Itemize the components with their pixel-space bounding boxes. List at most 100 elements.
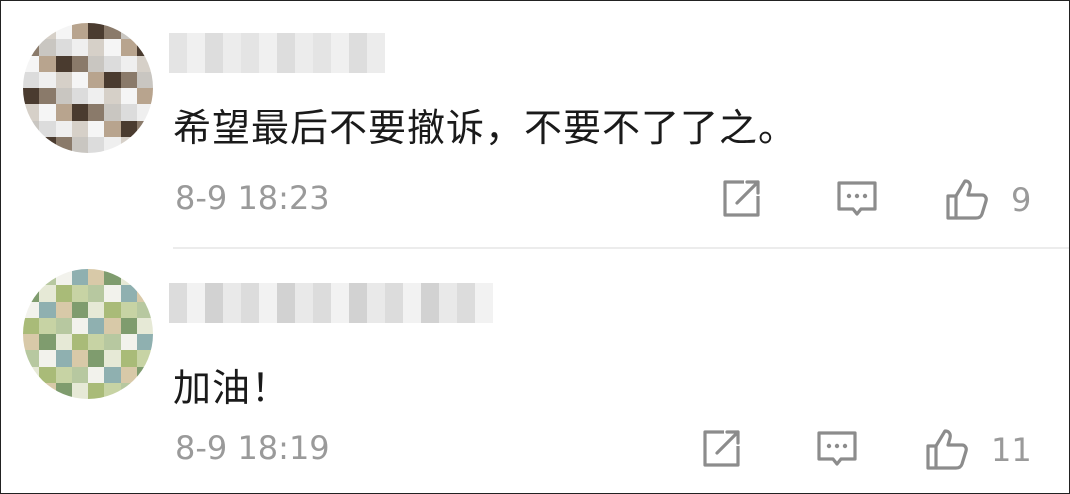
avatar-pixel <box>39 23 56 40</box>
avatar-pixel <box>55 120 72 137</box>
avatar-pixel <box>23 120 40 137</box>
avatar-pixel <box>120 136 137 153</box>
avatar-pixel <box>39 136 56 153</box>
avatar-pixel <box>104 39 121 56</box>
username-pixel <box>367 283 385 323</box>
avatar-pixel <box>104 120 121 137</box>
username-pixel <box>457 283 475 323</box>
username-pixel <box>259 33 277 73</box>
avatar-pixel <box>88 301 105 318</box>
avatar-pixel <box>136 317 153 334</box>
avatar-pixel <box>104 350 121 367</box>
reply-button[interactable] <box>831 173 883 225</box>
avatar-pixel <box>23 71 40 88</box>
comment-item: 加油！ 8-9 18:19 11 <box>1 249 1069 493</box>
comment-text: 希望最后不要撤诉，不要不了了之。 <box>173 106 798 150</box>
avatar-pixel <box>120 382 137 399</box>
comment-timestamp: 8-9 18:23 <box>175 179 330 217</box>
avatar-pixel <box>120 301 137 318</box>
avatar-pixel <box>88 317 105 334</box>
avatar-pixel <box>55 334 72 351</box>
username-blurred[interactable] <box>169 33 385 73</box>
like-button[interactable] <box>941 173 993 225</box>
avatar-pixel <box>136 136 153 153</box>
username-pixel <box>349 283 367 323</box>
username-pixel <box>205 33 223 73</box>
username-pixel <box>349 33 367 73</box>
username-pixel <box>277 283 295 323</box>
avatar-pixel <box>23 23 40 40</box>
avatar-pixel <box>136 285 153 302</box>
avatar-pixel <box>71 23 88 40</box>
avatar-pixel <box>39 285 56 302</box>
avatar-pixel <box>55 285 72 302</box>
avatar-pixel <box>120 350 137 367</box>
avatar-pixel <box>71 285 88 302</box>
like-count: 11 <box>991 431 1032 469</box>
avatar-pixel <box>71 136 88 153</box>
avatar-pixel <box>136 334 153 351</box>
comment-item: 希望最后不要撤诉，不要不了了之。 8-9 18:23 9 <box>1 1 1069 249</box>
avatar-pixel <box>88 55 105 72</box>
avatar-pixel <box>136 382 153 399</box>
avatar[interactable] <box>23 23 153 153</box>
username-pixel <box>259 283 277 323</box>
username-pixel <box>205 283 223 323</box>
avatar-pixel <box>71 350 88 367</box>
avatar-pixel <box>136 104 153 121</box>
username-pixel <box>313 283 331 323</box>
username-pixel <box>241 33 259 73</box>
share-button[interactable] <box>695 423 747 475</box>
username-pixel <box>169 33 187 73</box>
avatar-pixel <box>39 334 56 351</box>
avatar-pixel <box>55 317 72 334</box>
avatar-pixel <box>55 366 72 383</box>
avatar-pixel <box>39 88 56 105</box>
thumbs-up-icon <box>946 179 988 220</box>
avatar-pixel <box>39 366 56 383</box>
avatar-pixel <box>23 301 40 318</box>
avatar-pixel <box>55 350 72 367</box>
username-pixel <box>313 33 331 73</box>
avatar-pixel <box>71 269 88 286</box>
avatar-pixel <box>39 350 56 367</box>
avatar-pixel <box>120 120 137 137</box>
avatar-pixel <box>71 104 88 121</box>
avatar-pixel <box>104 23 121 40</box>
avatar-pixel <box>88 120 105 137</box>
avatar-pixel <box>88 269 105 286</box>
avatar-pixel <box>136 269 153 286</box>
avatar-pixel <box>104 88 121 105</box>
avatar-pixel <box>104 382 121 399</box>
avatar-pixel <box>104 366 121 383</box>
username-pixel <box>331 33 349 73</box>
avatar-pixel <box>88 382 105 399</box>
avatar-pixel <box>136 39 153 56</box>
avatar-pixel <box>71 88 88 105</box>
reply-button[interactable] <box>811 423 863 475</box>
like-button[interactable] <box>921 423 973 475</box>
username-blurred[interactable] <box>169 283 493 323</box>
avatar-pixel <box>136 23 153 40</box>
username-pixel <box>223 33 241 73</box>
avatar-pixel <box>39 39 56 56</box>
avatar-pixel <box>71 120 88 137</box>
avatar-pixel <box>39 301 56 318</box>
avatar-pixel <box>104 269 121 286</box>
thumbs-up-icon <box>926 429 968 470</box>
comment-timestamp: 8-9 18:19 <box>175 429 330 467</box>
username-pixel <box>295 283 313 323</box>
username-pixel <box>403 283 421 323</box>
avatar[interactable] <box>23 269 153 399</box>
username-pixel <box>295 33 313 73</box>
avatar-pixel <box>55 55 72 72</box>
avatar-pixel <box>71 55 88 72</box>
avatar-pixel <box>104 55 121 72</box>
share-button[interactable] <box>715 173 767 225</box>
comment-list: 希望最后不要撤诉，不要不了了之。 8-9 18:23 9 加油！ 8-9 18:… <box>0 0 1070 494</box>
avatar-pixel <box>39 55 56 72</box>
avatar-pixel <box>104 317 121 334</box>
avatar-pixel <box>88 88 105 105</box>
avatar-pixel <box>71 301 88 318</box>
share-icon <box>703 430 740 467</box>
